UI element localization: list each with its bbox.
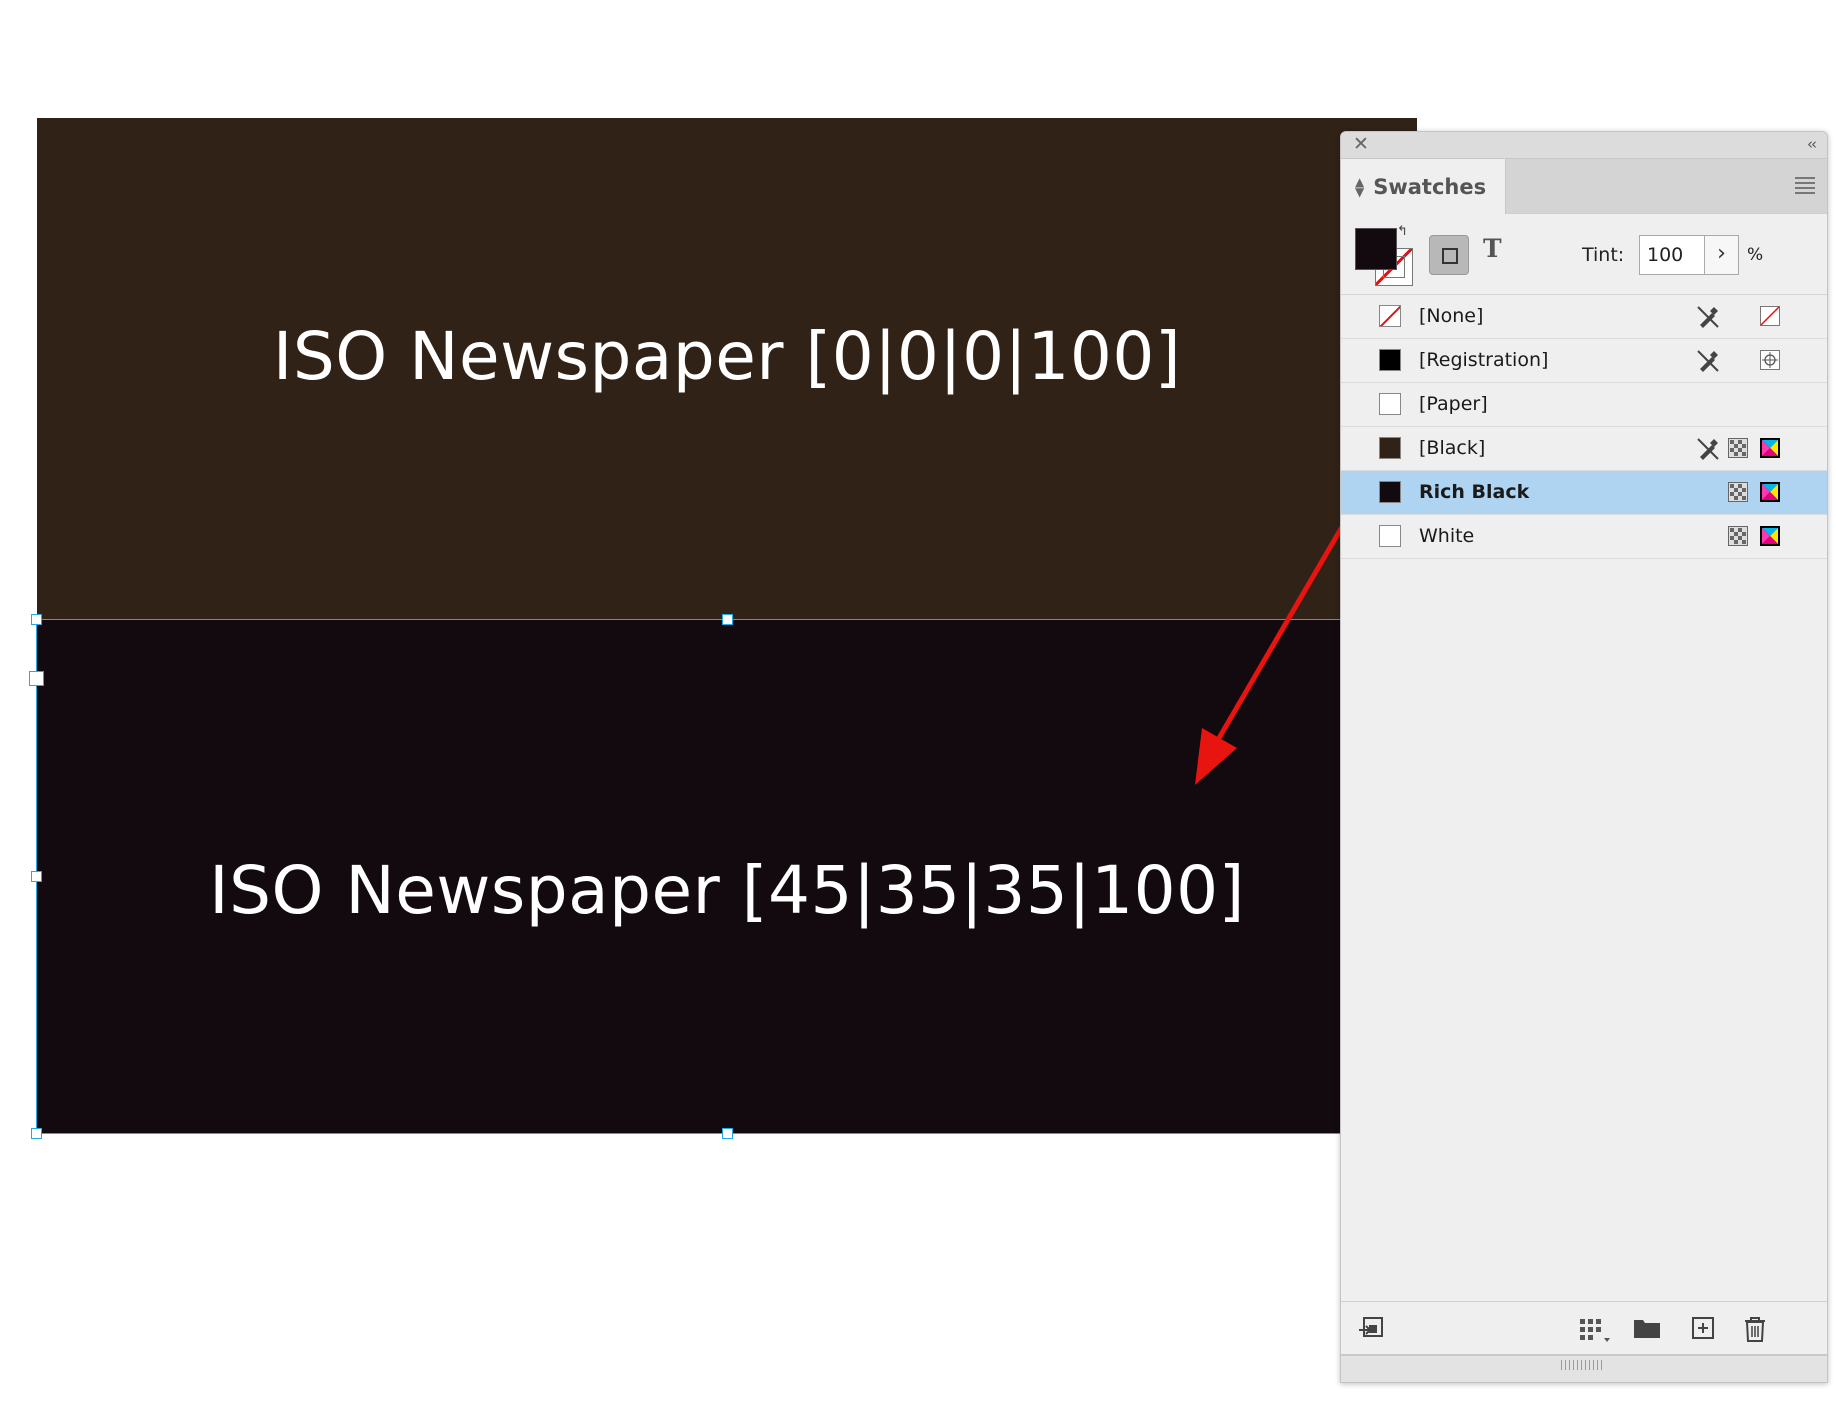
swatch-name: [Registration]: [1419, 349, 1549, 371]
formatting-text-button[interactable]: T: [1483, 234, 1502, 263]
top-rectangle[interactable]: ISO Newspaper [0|0|0|100]: [37, 118, 1417, 620]
swatch-row-white[interactable]: White: [1341, 515, 1827, 559]
swatch-list: [None] [Registration] [Paper] [Black] Ri…: [1341, 295, 1827, 559]
no-edit-icon: [1697, 438, 1719, 460]
swatch-name: [None]: [1419, 305, 1484, 327]
selection-handle-middle-left[interactable]: [31, 871, 42, 882]
tab-expand-icon[interactable]: ▲ ▼: [1355, 176, 1364, 198]
swatch-views-icon[interactable]: [1577, 1316, 1611, 1342]
swatch-chip: [1379, 437, 1401, 459]
close-icon[interactable]: ✕: [1353, 134, 1369, 154]
swatch-name: White: [1419, 525, 1475, 547]
swatch-row-rich-black[interactable]: Rich Black: [1341, 471, 1827, 515]
cmyk-icon: [1760, 482, 1780, 502]
process-icon: [1728, 526, 1748, 546]
collapse-icon[interactable]: ‹‹: [1807, 135, 1817, 153]
swatch-row-none[interactable]: [None]: [1341, 295, 1827, 339]
swatch-chip: [1379, 305, 1401, 327]
tab-swatches-label: Swatches: [1373, 174, 1487, 199]
fill-swatch-box[interactable]: [1355, 228, 1397, 270]
selection-handle-bottom-left[interactable]: [31, 1128, 42, 1139]
none-mode-icon: [1760, 306, 1780, 326]
swatch-chip: [1379, 481, 1401, 503]
process-icon: [1728, 482, 1748, 502]
delete-swatch-icon[interactable]: [1743, 1316, 1767, 1342]
tint-input[interactable]: 100: [1639, 235, 1705, 275]
tint-unit: %: [1747, 245, 1764, 265]
no-edit-icon: [1697, 306, 1719, 328]
formatting-container-button[interactable]: [1429, 235, 1469, 275]
registration-icon: [1760, 350, 1780, 370]
panel-tab-row: ▲ ▼ Swatches: [1341, 159, 1827, 214]
swatch-chip: [1379, 393, 1401, 415]
selection-handle-bottom-middle[interactable]: [722, 1128, 733, 1139]
no-edit-icon: [1697, 350, 1719, 372]
bottom-rectangle-label: ISO Newspaper [45|35|35|100]: [209, 851, 1245, 929]
swatch-controls: ↰ T Tint: 100 › %: [1341, 214, 1827, 295]
panel-menu-icon[interactable]: [1795, 177, 1815, 197]
tint-stepper-button[interactable]: ›: [1705, 235, 1739, 275]
swatch-name: Rich Black: [1419, 481, 1530, 503]
top-rectangle-label: ISO Newspaper [0|0|0|100]: [272, 317, 1182, 395]
tint-label: Tint:: [1582, 244, 1625, 266]
process-icon: [1728, 438, 1748, 458]
swatch-chip: [1379, 349, 1401, 371]
panel-bottom-bar: [1341, 1301, 1827, 1354]
swatches-panel: ✕ ‹‹ ▲ ▼ Swatches ↰ T Tint: 100 › % [None…: [1340, 131, 1828, 1383]
panel-titlebar[interactable]: ✕ ‹‹: [1341, 132, 1827, 159]
swatch-name: [Paper]: [1419, 393, 1488, 415]
tab-swatches[interactable]: ▲ ▼ Swatches: [1341, 159, 1506, 214]
new-color-group-icon[interactable]: [1633, 1316, 1661, 1340]
swatch-row-paper[interactable]: [Paper]: [1341, 383, 1827, 427]
selection-handle-top-left[interactable]: [31, 614, 42, 625]
swatch-row-registration[interactable]: [Registration]: [1341, 339, 1827, 383]
swap-fill-stroke-icon[interactable]: ↰: [1397, 224, 1408, 239]
cmyk-icon: [1760, 526, 1780, 546]
import-swatch-icon[interactable]: [1357, 1316, 1385, 1342]
new-swatch-icon[interactable]: [1691, 1316, 1715, 1340]
bottom-rectangle[interactable]: ISO Newspaper [45|35|35|100]: [37, 620, 1417, 1134]
selection-handle-anchor[interactable]: [29, 671, 44, 686]
cmyk-icon: [1760, 438, 1780, 458]
swatch-name: [Black]: [1419, 437, 1486, 459]
selection-handle-top-middle[interactable]: [722, 614, 733, 625]
panel-resize-grip[interactable]: [1341, 1354, 1827, 1382]
swatch-row-black[interactable]: [Black]: [1341, 427, 1827, 471]
swatch-chip: [1379, 525, 1401, 547]
